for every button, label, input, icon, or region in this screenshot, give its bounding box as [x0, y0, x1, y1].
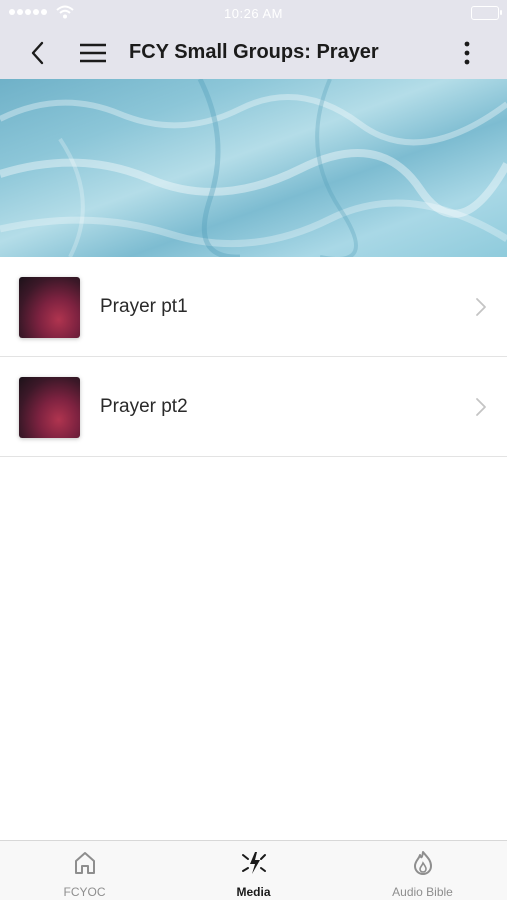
list-item-label: Prayer pt2	[100, 396, 188, 417]
media-burst-icon	[241, 852, 266, 874]
tab-label: Media	[236, 885, 271, 899]
list-item[interactable]: Prayer pt2	[0, 357, 507, 457]
list-item-label: Prayer pt1	[100, 296, 188, 317]
status-time: 10:26 AM	[224, 6, 283, 21]
list-item[interactable]: Prayer pt1	[0, 257, 507, 357]
tab-media[interactable]: Media	[169, 841, 338, 900]
status-bar: 10:26 AM	[0, 0, 507, 27]
tab-label: FCYOC	[63, 885, 106, 899]
flame-icon	[413, 851, 432, 875]
media-list: Prayer pt1 Prayer pt2	[0, 257, 507, 457]
tab-fcyoc[interactable]: FCYOC	[0, 841, 169, 900]
header-banner-image	[0, 79, 507, 257]
hamburger-menu-icon[interactable]	[78, 41, 108, 65]
navigation-bar: FCY Small Groups: Prayer	[0, 27, 507, 79]
media-thumbnail	[19, 277, 80, 338]
tab-label: Audio Bible	[392, 885, 453, 899]
tab-audio-bible[interactable]: Audio Bible	[338, 841, 507, 900]
tab-bar: FCYOC Media Audio Bible	[0, 840, 507, 900]
home-icon	[74, 852, 95, 874]
battery-icon	[471, 6, 502, 20]
page-title: FCY Small Groups: Prayer	[129, 41, 379, 63]
more-vertical-icon[interactable]	[457, 39, 477, 67]
chevron-left-icon[interactable]	[26, 39, 50, 67]
chevron-right-icon	[476, 298, 486, 316]
media-thumbnail	[19, 377, 80, 438]
chevron-right-icon	[476, 398, 486, 416]
